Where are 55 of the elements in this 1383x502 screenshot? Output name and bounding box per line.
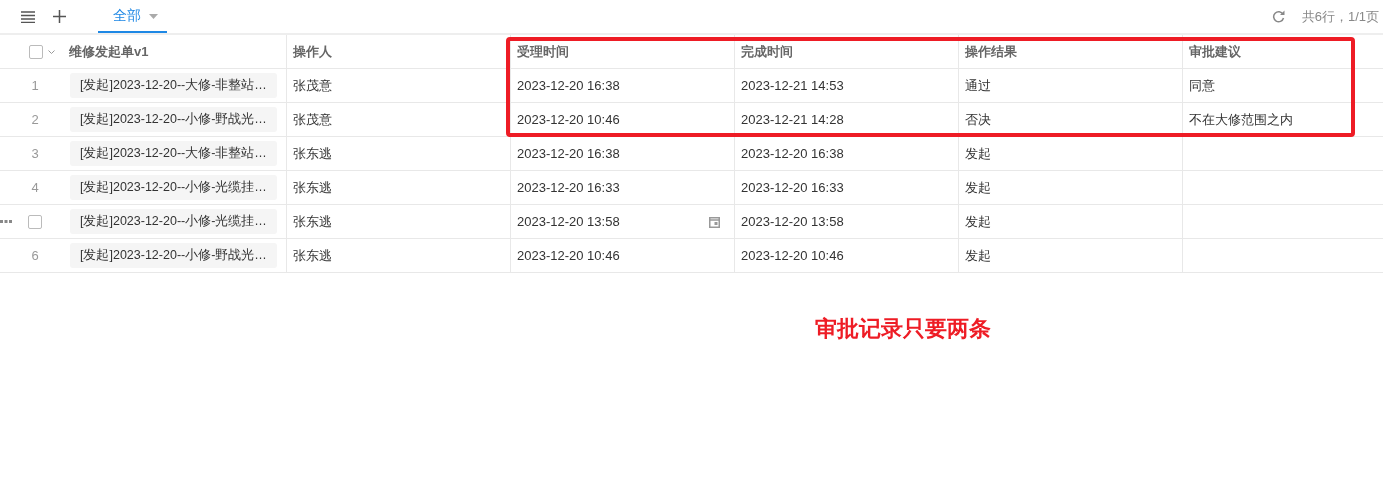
record-link[interactable]: [发起]2023-12-20--小修-野战光… <box>70 107 277 132</box>
table-cell-text: 发起 <box>965 212 991 231</box>
table-cell-text: 2023-12-20 13:58 <box>517 212 620 231</box>
column-header[interactable]: 维修发起单v1 <box>69 41 149 62</box>
caret-icon[interactable] <box>48 49 55 54</box>
table-cell-text: 同意 <box>1189 76 1215 95</box>
record-link[interactable]: [发起]2023-12-20--小修-光缆挂… <box>70 209 277 234</box>
row-checkbox[interactable] <box>28 214 42 229</box>
row-number: 4 <box>30 178 40 197</box>
table-cell-text: 发起 <box>965 246 991 265</box>
drag-handle-icon[interactable] <box>0 220 12 223</box>
record-link[interactable]: [发起]2023-12-20--小修-野战光… <box>70 243 277 268</box>
table-cell-text: 张东逃 <box>293 178 332 197</box>
table-cell-text: 2023-12-20 16:33 <box>741 178 844 197</box>
table-cell-text: 2023-12-20 16:38 <box>741 144 844 163</box>
row-number: 6 <box>30 246 40 265</box>
annotation-note: 审批记录只要两条 <box>815 315 991 343</box>
table-cell-text: 张东逃 <box>293 246 332 265</box>
column-header[interactable]: 审批建议 <box>1189 41 1241 62</box>
table-cell-text: 2023-12-20 16:38 <box>517 144 620 163</box>
caret-icon[interactable] <box>149 13 158 19</box>
table-cell-text: 发起 <box>965 144 991 163</box>
calendar-icon[interactable] <box>709 215 720 228</box>
table-cell-text: 发起 <box>965 178 991 197</box>
page-summary: 共6行，1/1页 <box>1301 7 1379 26</box>
refresh-icon[interactable] <box>1271 10 1285 23</box>
table-cell-text: 张茂意 <box>293 110 332 129</box>
table-cell-text: 2023-12-20 13:58 <box>741 212 844 231</box>
view-tab[interactable]: 全部 <box>98 0 167 33</box>
table-cell-text: 2023-12-21 14:28 <box>741 110 844 129</box>
table-cell-text: 张东逃 <box>293 212 332 231</box>
select-all-checkbox[interactable] <box>29 44 43 59</box>
column-header[interactable]: 操作结果 <box>965 41 1017 62</box>
menu-icon[interactable] <box>21 10 35 23</box>
table-cell-text: 2023-12-20 10:46 <box>517 246 620 265</box>
table-cell-text: 通过 <box>965 76 991 95</box>
table-cell-text: 2023-12-21 14:53 <box>741 76 844 95</box>
table-cell-text: 2023-12-20 10:46 <box>517 110 620 129</box>
table-cell-text: 张东逃 <box>293 144 332 163</box>
record-link[interactable]: [发起]2023-12-20--小修-光缆挂… <box>70 175 277 200</box>
table-cell-text: 不在大修范围之内 <box>1189 110 1293 129</box>
column-header[interactable]: 操作人 <box>293 41 332 62</box>
table-cell-text: 2023-12-20 16:38 <box>517 76 620 95</box>
add-icon[interactable] <box>53 10 66 23</box>
row-number: 2 <box>30 110 40 129</box>
table-cell-text: 2023-12-20 10:46 <box>741 246 844 265</box>
column-header[interactable]: 完成时间 <box>741 41 793 62</box>
record-link[interactable]: [发起]2023-12-20--大修-非整站… <box>70 141 277 166</box>
record-link[interactable]: [发起]2023-12-20--大修-非整站… <box>70 73 277 98</box>
table-cell-text: 2023-12-20 16:33 <box>517 178 620 197</box>
row-number: 1 <box>30 76 40 95</box>
table-cell-text: 否决 <box>965 110 991 129</box>
table-cell-text: 张茂意 <box>293 76 332 95</box>
column-header[interactable]: 受理时间 <box>517 41 569 62</box>
row-number: 3 <box>30 144 40 163</box>
